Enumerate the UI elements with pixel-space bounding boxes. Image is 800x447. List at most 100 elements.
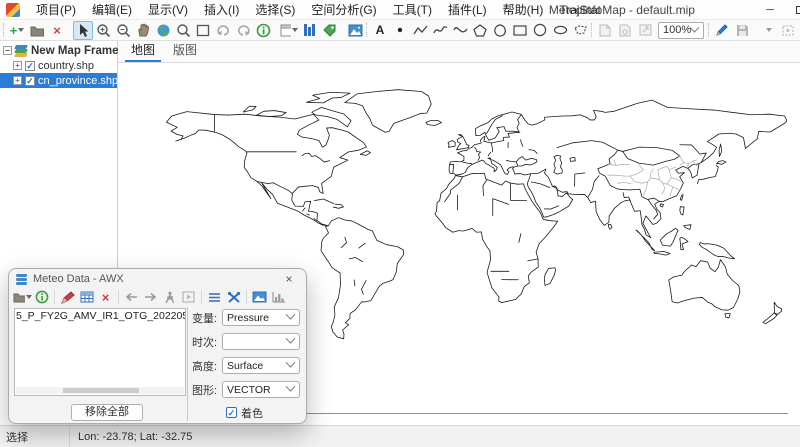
draw-curved-polygon-icon[interactable] (490, 21, 510, 40)
draw-curve-icon[interactable] (450, 21, 470, 40)
layer-node-country[interactable]: + ✓ country.shp (0, 58, 117, 73)
save-edits-icon[interactable] (732, 21, 752, 40)
maximize-button[interactable] (785, 0, 800, 20)
draw-polyline-icon[interactable] (410, 21, 430, 40)
redo-icon[interactable] (233, 21, 253, 40)
identify-icon[interactable] (253, 21, 273, 40)
data-table-icon[interactable] (77, 288, 96, 306)
layer-node-cn-province[interactable]: + ✓ cn_province.shp (0, 73, 117, 88)
menu-plugins[interactable]: 插件(L) (440, 0, 495, 20)
time-row: 时次: (192, 333, 300, 350)
print-preview-icon[interactable] (635, 21, 655, 40)
clear-data-icon[interactable]: × (96, 288, 115, 306)
draw-ellipse-icon[interactable] (550, 21, 570, 40)
draw-text-icon[interactable]: A (370, 21, 390, 40)
layer-label: country.shp (38, 60, 94, 72)
level-label: 高度: (192, 358, 222, 374)
menu-spatial-analysis[interactable]: 空间分析(G) (303, 0, 384, 20)
new-layout-icon[interactable] (279, 21, 299, 40)
colored-checkbox[interactable]: ✓ (226, 407, 237, 418)
export-document-icon[interactable] (595, 21, 615, 40)
variable-label: 变量: (192, 310, 222, 326)
menu-edit[interactable]: 编辑(E) (84, 0, 140, 20)
draw-free-polygon-icon[interactable] (570, 21, 590, 40)
full-extent-globe-icon[interactable] (153, 21, 173, 40)
draw-rectangle-icon[interactable] (510, 21, 530, 40)
graphic-combo[interactable]: VECTOR (222, 381, 300, 398)
chevron-down-icon (286, 358, 296, 368)
undo-icon[interactable] (213, 21, 233, 40)
dialog-titlebar[interactable]: Meteo Data - AWX × (9, 269, 306, 287)
add-layer-button[interactable]: + (7, 21, 27, 40)
remove-layer-icon[interactable]: × (47, 21, 67, 40)
draw-polygon-icon[interactable] (470, 21, 490, 40)
open-file-icon[interactable] (27, 21, 47, 40)
edit-tool-dropdown-icon[interactable] (758, 21, 778, 40)
image-view-icon[interactable] (250, 288, 269, 306)
settings-tools-icon[interactable] (224, 288, 243, 306)
zoom-level-combo[interactable]: 100% (658, 22, 704, 39)
zoom-in-tool-icon[interactable] (93, 21, 113, 40)
label-tag-icon[interactable] (319, 21, 339, 40)
menu-selection[interactable]: 选择(S) (247, 0, 303, 20)
draw-freehand-icon[interactable] (430, 21, 450, 40)
collapse-icon[interactable]: − (3, 46, 12, 55)
graphic-label: 图形: (192, 382, 222, 398)
layer-checkbox[interactable]: ✓ (25, 76, 35, 86)
expand-icon[interactable]: + (13, 61, 22, 70)
edit-features-icon[interactable] (712, 21, 732, 40)
level-value: Surface (223, 360, 287, 372)
zoom-to-layer-icon[interactable] (173, 21, 193, 40)
move-feature-icon[interactable] (778, 21, 798, 40)
expand-icon[interactable]: + (13, 76, 22, 85)
map-frame-node[interactable]: − New Map Frame (0, 43, 117, 58)
report-document-icon[interactable] (615, 21, 635, 40)
data-file-item[interactable]: 5_P_FY2G_AMV_IR1_OTG_20220520_0530.AWX (15, 309, 185, 322)
variable-combo[interactable]: Pressure (222, 309, 300, 326)
menu-tools[interactable]: 工具(T) (385, 0, 440, 20)
dialog-close-icon[interactable]: × (276, 272, 302, 286)
data-info-icon[interactable] (32, 288, 51, 306)
level-combo[interactable]: Surface (222, 357, 300, 374)
scrollbar-thumb[interactable] (63, 388, 139, 393)
layer-checkbox[interactable]: ✓ (25, 61, 35, 71)
meteo-data-dialog[interactable]: Meteo Data - AWX × × (8, 268, 307, 424)
horizontal-scrollbar[interactable] (16, 387, 184, 394)
draw-circle-icon[interactable] (530, 21, 550, 40)
stop-animation-icon[interactable] (179, 288, 198, 306)
tab-map[interactable]: 地图 (122, 38, 164, 62)
tab-layout[interactable]: 版图 (164, 38, 206, 62)
chevron-down-icon (286, 310, 296, 320)
select-rectangle-icon[interactable] (193, 21, 213, 40)
draw-data-icon[interactable] (58, 288, 77, 306)
next-time-icon[interactable] (141, 288, 160, 306)
menu-insert[interactable]: 插入(I) (196, 0, 247, 20)
app-window: 项目(P) 编辑(E) 显示(V) 插入(I) 选择(S) 空间分析(G) 工具… (0, 0, 800, 447)
menu-help[interactable]: 帮助(H) (495, 0, 552, 20)
menu-project[interactable]: 项目(P) (28, 0, 84, 20)
variable-row: 变量: Pressure (192, 309, 300, 326)
status-bar: 选择 Lon: -23.78; Lat: -32.75 (0, 425, 800, 447)
animate-icon[interactable] (160, 288, 179, 306)
time-combo[interactable] (222, 333, 300, 350)
pan-tool-icon[interactable] (133, 21, 153, 40)
dataset-list-icon[interactable] (205, 288, 224, 306)
status-coordinates: Lon: -23.78; Lat: -32.75 (70, 431, 192, 443)
open-data-icon[interactable] (13, 288, 32, 306)
app-logo-icon (6, 3, 20, 17)
select-tool-icon[interactable] (73, 21, 93, 40)
map-properties-icon[interactable] (299, 21, 319, 40)
dataset-layers-icon (16, 274, 27, 285)
variable-value: Pressure (223, 312, 287, 324)
map-frame-icon (15, 45, 28, 57)
menu-view[interactable]: 显示(V) (140, 0, 196, 20)
insert-image-icon[interactable] (345, 21, 365, 40)
previous-time-icon[interactable] (122, 288, 141, 306)
histogram-view-icon[interactable] (269, 288, 288, 306)
remove-all-button[interactable]: 移除全部 (71, 404, 143, 421)
minimize-button[interactable]: ─ (755, 0, 785, 20)
zoom-out-tool-icon[interactable] (113, 21, 133, 40)
data-file-list[interactable]: 5_P_FY2G_AMV_IR1_OTG_20220520_0530.AWX (14, 308, 186, 396)
draw-point-icon[interactable] (390, 21, 410, 40)
window-controls: ─ × (755, 0, 800, 20)
